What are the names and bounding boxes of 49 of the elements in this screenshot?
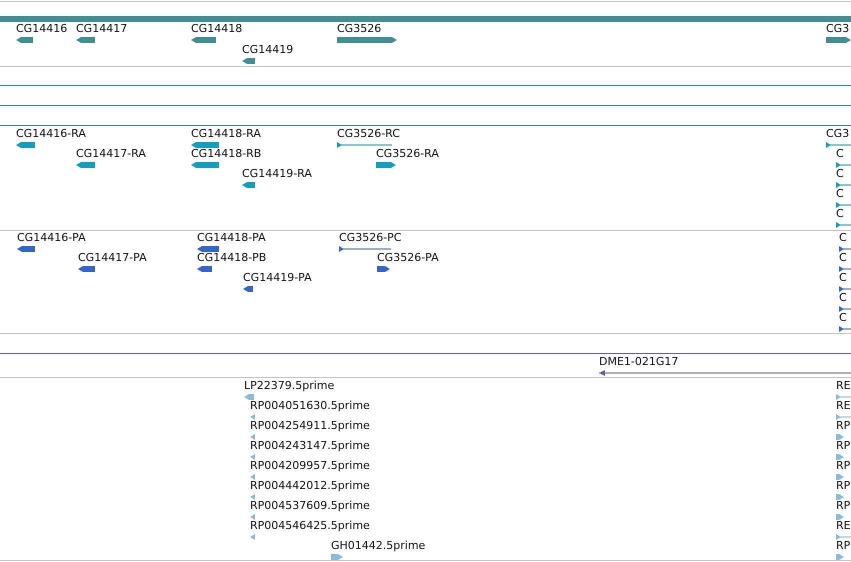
feature-label: RP <box>836 540 850 552</box>
feature-label: C <box>839 232 847 244</box>
feature-label: CG14418-PA <box>197 232 266 244</box>
feature-label: RE <box>836 380 851 392</box>
feature-label: CG3 <box>826 128 850 140</box>
feature-label: RP004209957.5prime <box>250 460 370 472</box>
feature-label: RP004243147.5prime <box>250 440 370 452</box>
feature-label: CG14419-RA <box>242 168 312 180</box>
feature-label: DME1-021G17 <box>599 356 678 368</box>
feature-label: C <box>839 312 847 324</box>
feature-label: CG14418-RB <box>191 148 262 160</box>
feature-label: CG14417 <box>76 23 128 35</box>
feature-label: CG3526-RA <box>376 148 439 160</box>
feature-label: CG3526-RC <box>337 128 400 140</box>
feature-label: CG3526-PC <box>339 232 402 244</box>
feature-label: RP004254911.5prime <box>250 420 370 432</box>
feature-label: CG3526 <box>337 23 382 35</box>
feature-label: RP <box>836 440 850 452</box>
feature-label: LP22379.5prime <box>244 380 334 392</box>
feature-label: C <box>836 168 844 180</box>
feature-label: C <box>839 272 847 284</box>
feature-label: CG14419 <box>242 44 294 56</box>
feature-label: RP <box>836 420 850 432</box>
feature-label: RP <box>836 500 850 512</box>
feature-label: RE <box>836 520 851 532</box>
feature-label: C <box>836 148 844 160</box>
feature-label: GH01442.5prime <box>331 540 426 552</box>
feature-label: CG14418-RA <box>191 128 261 140</box>
feature-label: RP004442012.5prime <box>250 480 370 492</box>
feature-label: C <box>839 292 847 304</box>
feature-label: RP004537609.5prime <box>250 500 370 512</box>
feature-label: CG14418-PB <box>197 252 266 264</box>
feature-label: CG14419-PA <box>243 272 312 284</box>
feature-label: C <box>839 252 847 264</box>
feature-label: RE <box>836 400 851 412</box>
feature-label: CG14416-RA <box>16 128 86 140</box>
feature-label: CG14418 <box>191 23 242 35</box>
feature-label: RP <box>836 480 850 492</box>
feature-label: C <box>836 208 844 220</box>
feature-label: RP004051630.5prime <box>250 400 370 412</box>
feature-label: CG3 <box>826 23 850 35</box>
feature-label: CG14416 <box>16 23 68 35</box>
feature-label: C <box>836 188 844 200</box>
feature-label: CG14417-RA <box>76 148 146 160</box>
feature-label: CG3526-PA <box>377 252 439 264</box>
feature-label: RP004546425.5prime <box>250 520 370 532</box>
feature-label: CG14416-PA <box>17 232 86 244</box>
feature-label: CG14417-PA <box>78 252 147 264</box>
feature-label: RP <box>836 460 850 472</box>
